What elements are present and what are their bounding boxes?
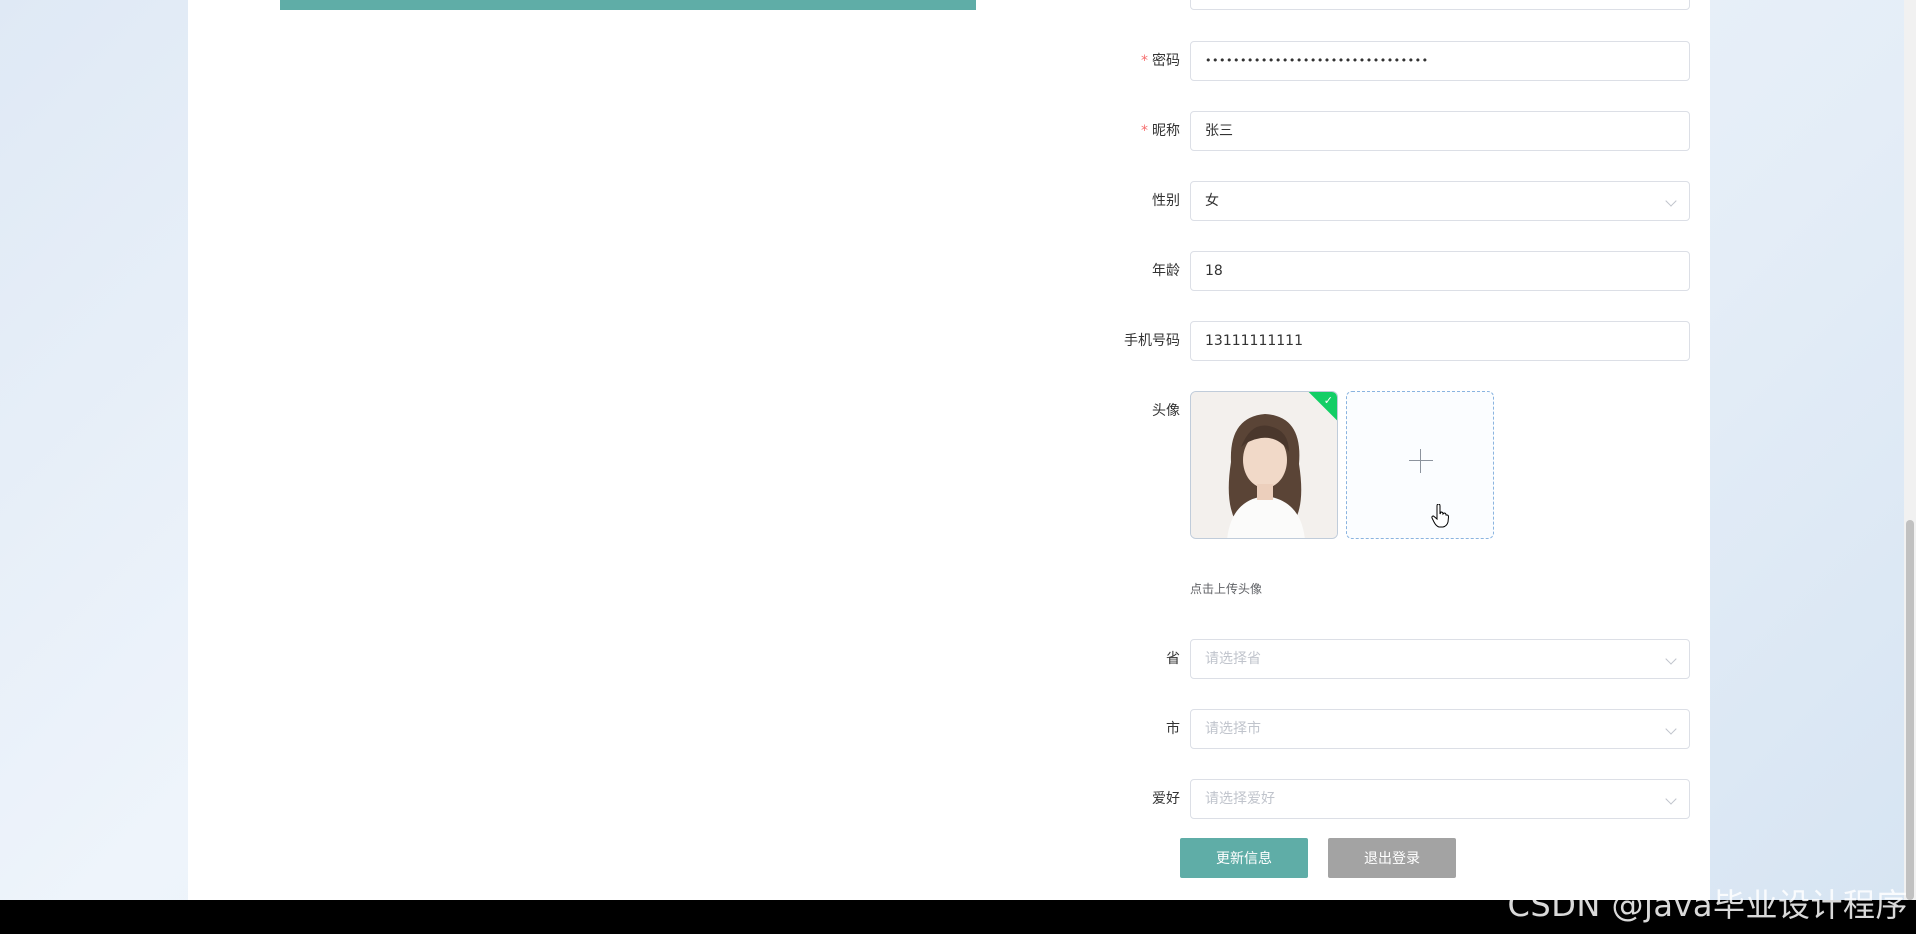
account-field-edge[interactable] xyxy=(1190,0,1690,10)
required-mark: * xyxy=(1141,123,1148,139)
password-input[interactable]: •••••••••••••••••••••••••••••••• xyxy=(1190,41,1690,81)
province-label: 省 xyxy=(1166,651,1180,667)
header-accent-bar xyxy=(280,0,976,10)
gender-select[interactable]: 女 xyxy=(1190,181,1690,221)
hobby-row: 爱好 请选择爱好 xyxy=(1080,779,1692,819)
update-info-button[interactable]: 更新信息 xyxy=(1180,838,1308,878)
city-row: 市 请选择市 xyxy=(1080,709,1692,749)
phone-input[interactable]: 13111111111 xyxy=(1190,321,1690,361)
scrollbar-thumb[interactable] xyxy=(1906,520,1914,900)
province-placeholder: 请选择省 xyxy=(1205,651,1261,667)
avatar-preview[interactable]: ✓ xyxy=(1190,391,1338,539)
password-label: * 密码 xyxy=(1141,41,1180,81)
province-select[interactable]: 请选择省 xyxy=(1190,639,1690,679)
phone-row: 手机号码 13111111111 xyxy=(1080,321,1692,361)
gender-row: 性别 女 xyxy=(1080,181,1692,221)
plus-icon-vertical xyxy=(1420,449,1421,473)
page-scrollbar[interactable] xyxy=(1904,0,1916,900)
chevron-down-icon xyxy=(1665,195,1677,207)
password-label-text: 密码 xyxy=(1152,53,1180,69)
hobby-placeholder: 请选择爱好 xyxy=(1205,791,1275,807)
gender-select-value: 女 xyxy=(1205,193,1219,209)
gender-label: 性别 xyxy=(1152,193,1180,209)
nickname-input[interactable]: 张三 xyxy=(1190,111,1690,151)
city-placeholder: 请选择市 xyxy=(1205,721,1261,737)
hobby-select[interactable]: 请选择爱好 xyxy=(1190,779,1690,819)
plus-icon xyxy=(1409,460,1433,461)
nickname-label: * 昵称 xyxy=(1141,111,1180,151)
password-row: * 密码 •••••••••••••••••••••••••••••••• xyxy=(1080,41,1692,81)
avatar-image xyxy=(1191,392,1337,538)
avatar-upload-button[interactable] xyxy=(1346,391,1494,539)
hand-cursor-icon xyxy=(1431,504,1449,528)
age-input[interactable]: 18 xyxy=(1190,251,1690,291)
hobby-label: 爱好 xyxy=(1152,791,1180,807)
phone-label: 手机号码 xyxy=(1124,333,1180,349)
csdn-watermark: CSDN @java毕业设计程序 xyxy=(1507,886,1908,924)
logout-button[interactable]: 退出登录 xyxy=(1328,838,1456,878)
avatar-label: 头像 xyxy=(1152,403,1180,419)
nickname-row: * 昵称 张三 xyxy=(1080,111,1692,151)
chevron-down-icon xyxy=(1665,723,1677,735)
chevron-down-icon xyxy=(1665,653,1677,665)
age-row: 年龄 18 xyxy=(1080,251,1692,291)
age-label: 年龄 xyxy=(1152,263,1180,279)
city-select[interactable]: 请选择市 xyxy=(1190,709,1690,749)
chevron-down-icon xyxy=(1665,793,1677,805)
required-mark: * xyxy=(1141,53,1148,69)
nickname-label-text: 昵称 xyxy=(1152,123,1180,139)
city-label: 市 xyxy=(1166,721,1180,737)
province-row: 省 请选择省 xyxy=(1080,639,1692,679)
avatar-upload-hint: 点击上传头像 xyxy=(1190,582,1263,596)
check-icon: ✓ xyxy=(1323,394,1333,407)
